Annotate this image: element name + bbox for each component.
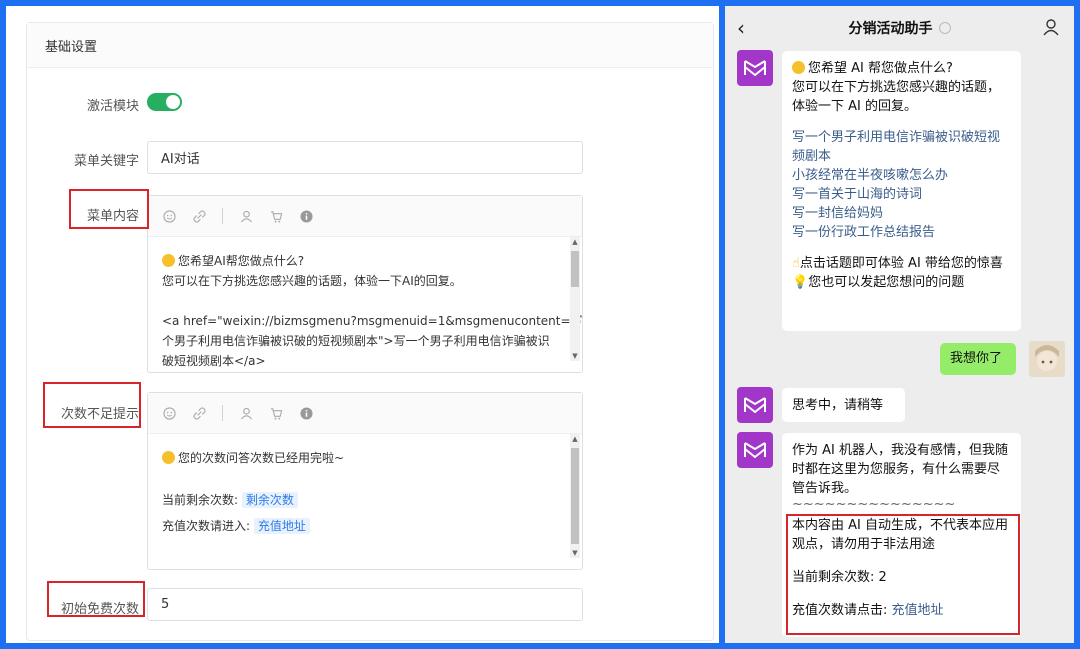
scroll-thumb[interactable]	[571, 448, 579, 544]
bot-avatar[interactable]	[737, 50, 773, 86]
msg3-line1: 作为 AI 机器人，我没有感情，但我随时都在这里为您服务，有什么需要尽管告诉我。	[792, 443, 1008, 496]
bulb-icon: 💡	[792, 275, 809, 290]
scroll-up-icon[interactable]: ▲	[570, 237, 580, 247]
chat-topbar: ‹ 分销活动助手	[725, 6, 1074, 50]
topic-link-3[interactable]: 写一首关于山海的诗词	[792, 185, 1011, 204]
insufficient-text[interactable]: 您的次数问答次数已经用完啦~ 当前剩余次数: 剩余次数 充值次数请进入: 充值地…	[148, 434, 582, 572]
back-icon[interactable]: ‹	[737, 16, 745, 40]
topic-link-4[interactable]: 写一封信给妈妈	[792, 204, 1011, 223]
user-icon[interactable]	[239, 209, 253, 223]
insufficient-editor[interactable]: 您的次数问答次数已经用完啦~ 当前剩余次数: 剩余次数 充值次数请进入: 充值地…	[147, 392, 583, 570]
chat-panel: ‹ 分销活动助手 您希望 AI 帮您做点什么? 您可以在下方挑选您感兴趣的话题，…	[725, 6, 1074, 643]
user-message: 我想你了	[940, 343, 1016, 375]
smile-emoji-icon	[792, 61, 805, 74]
user-icon[interactable]	[239, 406, 253, 420]
editor-toolbar-2	[148, 393, 582, 434]
keyword-label: 菜单关键字	[73, 154, 139, 169]
cart-icon[interactable]	[269, 406, 283, 420]
settings-panel: 基础设置 激活模块 菜单关键字 AI对话 菜单内容 您希望AI帮您做点什么? 您…	[6, 6, 719, 643]
menu-line-1: 您希望AI帮您做点什么?	[162, 251, 556, 271]
link-icon[interactable]	[192, 406, 206, 420]
recharge-tag[interactable]: 充值地址	[253, 518, 310, 534]
toggle-knob	[166, 95, 180, 109]
section-title: 基础设置	[27, 23, 713, 68]
msg1-tip1: ☝点击话题即可体验 AI 带给您的惊喜	[792, 256, 1003, 271]
link-icon[interactable]	[192, 209, 206, 223]
topic-link-1[interactable]: 写一个男子利用电信诈骗被识破短视频剧本	[792, 128, 1011, 166]
highlight-reply	[786, 514, 1020, 635]
menu-scrollbar[interactable]: ▲ ▼	[570, 237, 580, 361]
bot-avatar[interactable]	[737, 387, 773, 423]
finger-icon: ☝	[792, 256, 800, 271]
msg1-line2: 您可以在下方挑选您感兴趣的话题，体验一下 AI 的回复。	[792, 80, 1001, 114]
editor-toolbar	[148, 196, 582, 237]
remain-tag[interactable]: 剩余次数	[241, 492, 298, 508]
msg3-divider: ~~~~~~~~~~~~~~~	[792, 497, 956, 512]
scroll-up-icon[interactable]: ▲	[570, 434, 580, 444]
scroll-thumb[interactable]	[571, 251, 579, 287]
toolbar-divider	[222, 208, 223, 224]
msg1-tip2: 💡您也可以发起您想问的问题	[792, 275, 965, 290]
user-avatar[interactable]	[1029, 341, 1065, 377]
menu-line-4: <a href="weixin://bizmsgmenu?msgmenuid=1…	[162, 314, 582, 328]
remain-line: 当前剩余次数: 剩余次数	[162, 490, 556, 510]
highlight-free-count	[47, 581, 145, 617]
smile-emoji-icon	[162, 254, 175, 267]
menu-content-editor[interactable]: 您希望AI帮您做点什么? 您可以在下方挑选您感兴趣的话题，体验一下AI的回复。 …	[147, 195, 583, 373]
menu-line-3	[162, 291, 556, 311]
recharge-line: 充值次数请进入: 充值地址	[162, 516, 556, 536]
info-icon[interactable]	[299, 406, 313, 420]
screenshot-frame: 基础设置 激活模块 菜单关键字 AI对话 菜单内容 您希望AI帮您做点什么? 您…	[0, 0, 1080, 649]
activate-toggle[interactable]	[147, 93, 182, 111]
bot-thinking-message: 思考中，请稍等	[782, 388, 905, 422]
emoji-icon[interactable]	[162, 209, 176, 223]
menu-line-5: 个男子利用电信诈骗被识破的短视频剧本">写一个男子利用电信诈骗被识	[162, 334, 550, 348]
toolbar-divider	[222, 405, 223, 421]
topic-link-5[interactable]: 写一份行政工作总结报告	[792, 223, 1011, 242]
topic-link-2[interactable]: 小孩经常在半夜咳嗽怎么办	[792, 166, 1011, 185]
free-count-input[interactable]: 5	[147, 588, 583, 621]
settings-card: 基础设置 激活模块 菜单关键字 AI对话 菜单内容 您希望AI帮您做点什么? 您…	[26, 22, 714, 641]
scroll-down-icon[interactable]: ▼	[570, 548, 580, 558]
bot-message-menu: 您希望 AI 帮您做点什么? 您可以在下方挑选您感兴趣的话题，体验一下 AI 的…	[782, 51, 1021, 331]
insufficient-line-1: 您的次数问答次数已经用完啦~	[162, 448, 556, 468]
menu-line-2: 您可以在下方挑选您感兴趣的话题，体验一下AI的回复。	[162, 274, 462, 288]
profile-icon[interactable]	[1042, 18, 1060, 36]
highlight-insufficient	[43, 382, 141, 428]
bot-avatar[interactable]	[737, 432, 773, 468]
scroll-down-icon[interactable]: ▼	[570, 351, 580, 361]
menu-content-text[interactable]: 您希望AI帮您做点什么? 您可以在下方挑选您感兴趣的话题，体验一下AI的回复。 …	[148, 237, 582, 375]
mute-icon	[938, 22, 951, 34]
menu-line-6: 破短视频剧本</a>	[162, 354, 266, 368]
info-icon[interactable]	[299, 209, 313, 223]
cart-icon[interactable]	[269, 209, 283, 223]
highlight-menu-content	[69, 189, 149, 229]
wink-emoji-icon	[162, 451, 175, 464]
chat-title: 分销活动助手	[848, 21, 933, 37]
msg1-line1: 您希望 AI 帮您做点什么?	[792, 59, 1011, 78]
activate-label: 激活模块	[86, 99, 139, 114]
insufficient-scrollbar[interactable]: ▲ ▼	[570, 434, 580, 558]
emoji-icon[interactable]	[162, 406, 176, 420]
keyword-input[interactable]: AI对话	[147, 141, 583, 174]
